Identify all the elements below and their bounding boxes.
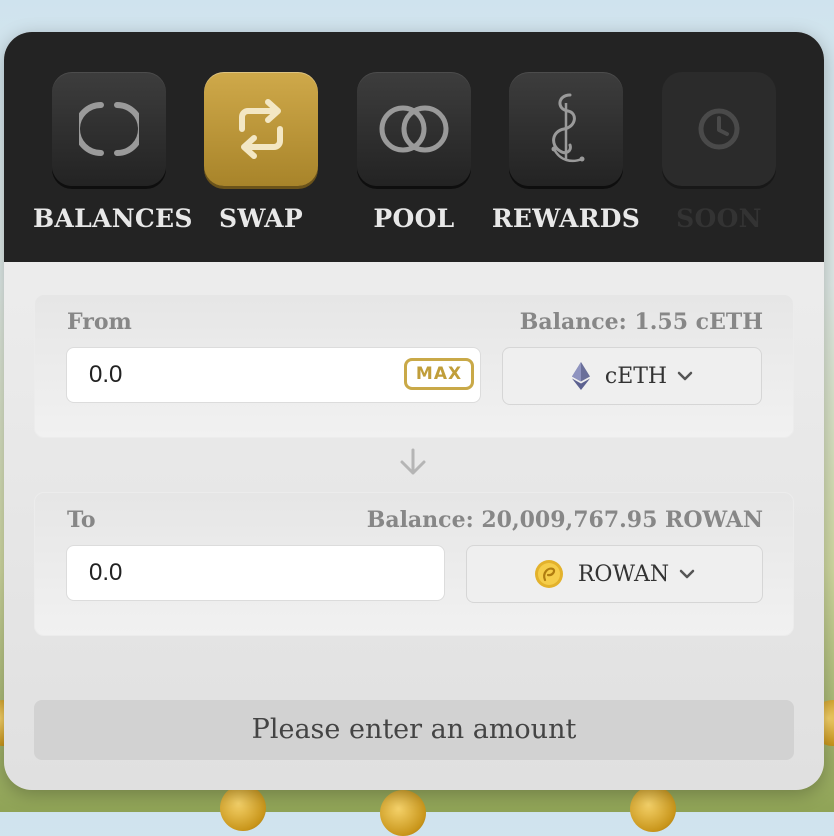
- soon-button: [662, 72, 776, 186]
- nav-label-pool: POOL: [373, 204, 455, 233]
- to-amount-value: 0.0: [89, 559, 123, 586]
- ethereum-icon: [571, 362, 590, 390]
- background-coin: [630, 786, 676, 832]
- down-arrow-icon: [397, 447, 429, 481]
- chevron-down-icon: [677, 371, 693, 381]
- rowan-coin-icon: [534, 560, 563, 588]
- to-label: To: [67, 507, 96, 533]
- from-amount-value: 0.0: [89, 361, 123, 388]
- to-token-select[interactable]: ROWAN: [466, 545, 763, 603]
- from-label: From: [67, 309, 132, 335]
- swap-icon: [239, 99, 283, 159]
- max-button[interactable]: MAX: [404, 358, 474, 390]
- swap-button[interactable]: [204, 72, 318, 186]
- to-amount-input[interactable]: 0.0: [66, 545, 445, 601]
- from-amount-input[interactable]: 0.0 MAX: [66, 347, 481, 403]
- background-coin: [380, 790, 426, 836]
- nav-label-rewards: REWARDS: [491, 204, 641, 233]
- from-token-name: cETH: [604, 363, 668, 389]
- nav-item-rewards[interactable]: REWARDS: [490, 72, 642, 233]
- background-coin: [220, 785, 266, 831]
- nav-item-swap[interactable]: SWAP: [185, 72, 337, 233]
- chevron-down-icon: [679, 569, 695, 579]
- submit-button[interactable]: Please enter an amount: [34, 700, 794, 760]
- swap-card: BALANCES SWAP POOL REWARDS SOON From Bal…: [4, 32, 824, 790]
- rewards-button[interactable]: [509, 72, 623, 186]
- from-token-select[interactable]: cETH: [502, 347, 762, 405]
- to-token-name: ROWAN: [577, 561, 670, 587]
- balances-icon: [79, 102, 139, 156]
- pool-icon: [379, 105, 449, 153]
- to-balance: Balance: 20,009,767.95 ROWAN: [366, 507, 763, 533]
- nav-label-swap: SWAP: [219, 204, 303, 233]
- nav-label-balances: BALANCES: [33, 204, 193, 233]
- top-navigation: BALANCES SWAP POOL REWARDS SOON: [4, 32, 824, 262]
- nav-item-balances[interactable]: BALANCES: [33, 72, 193, 233]
- to-panel: To Balance: 20,009,767.95 ROWAN 0.0 ROWA…: [34, 492, 794, 636]
- clock-icon: [698, 108, 740, 150]
- pool-button[interactable]: [357, 72, 471, 186]
- nav-item-soon: SOON: [643, 72, 795, 233]
- balances-button[interactable]: [52, 72, 166, 186]
- rewards-icon: [551, 93, 585, 163]
- nav-item-pool[interactable]: POOL: [338, 72, 490, 233]
- from-panel: From Balance: 1.55 cETH 0.0 MAX cETH: [34, 294, 794, 438]
- nav-label-soon: SOON: [676, 204, 762, 233]
- from-balance: Balance: 1.55 cETH: [519, 309, 763, 335]
